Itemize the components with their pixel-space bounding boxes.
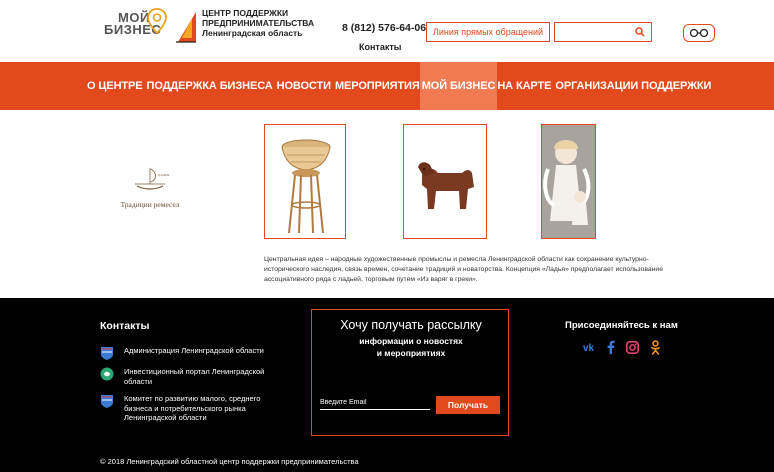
main-navigation: О центре Поддержка бизнеса Новости Мероприя… (0, 62, 774, 110)
contacts-link[interactable]: Контакты (359, 42, 401, 52)
odnoklassniki-icon[interactable] (650, 339, 660, 355)
footer-contacts-title: Контакты (100, 320, 150, 332)
newsletter-subscribe-button[interactable]: Получать (436, 396, 500, 414)
join-us-title: Присоединяйтесь к нам (565, 320, 678, 331)
phone-number[interactable]: 8 (812) 576-64-06 (342, 22, 426, 34)
newsletter-subtitle: информации о новостях и мероприятиях (312, 335, 510, 359)
footer-link-administration[interactable]: Администрация Ленинградской области (100, 346, 284, 360)
product-card-angel-dolls[interactable] (541, 124, 596, 239)
newsletter-box: Хочу получать рассылку информации о ново… (311, 309, 509, 436)
coat-of-arms-icon (101, 395, 113, 408)
search-box (554, 22, 652, 42)
copyright-text: © 2018 Ленинградский областной центр под… (100, 457, 359, 466)
center-support-logo-text: ЦЕНТР ПОДДЕРЖКИ ПРЕДПРИНИМАТЕЛЬСТВА Лени… (202, 8, 314, 38)
nav-item-1[interactable]: Поддержка бизнеса (147, 62, 273, 110)
svg-text:ЛАДЬЯ: ЛАДЬЯ (158, 173, 170, 177)
newsletter-subtitle-line2: и мероприятиях (376, 348, 446, 358)
wicker-stool-image (281, 139, 331, 234)
nav-item-5[interactable]: на карте (497, 62, 551, 110)
newsletter-email-input[interactable] (320, 396, 430, 410)
search-input[interactable] (557, 25, 631, 39)
center-support-logo[interactable]: ЦЕНТР ПОДДЕРЖКИ ПРЕДПРИНИМАТЕЛЬСТВА Лени… (174, 8, 314, 48)
vk-icon[interactable]: vk (583, 339, 599, 355)
brand-logo: ЛАДЬЯ Традиции ремесел (115, 160, 185, 220)
product-card-clay-horse[interactable] (403, 124, 487, 239)
svg-text:vk: vk (583, 343, 595, 352)
newsletter-title: Хочу получать рассылку (340, 318, 482, 332)
site-footer: Контакты Администрация Ленинградской обл… (0, 298, 774, 472)
nav-item-6[interactable]: Организации поддержки (555, 62, 711, 110)
footer-link-label: Администрация Ленинградской области (124, 346, 264, 355)
nav-item-4[interactable]: Мой бизнес (419, 62, 498, 110)
clay-horse-image (418, 162, 474, 209)
footer-link-investment-portal[interactable]: Инвестиционный портал Ленинградской обла… (100, 367, 284, 386)
logo-center-line1: ЦЕНТР ПОДДЕРЖКИ (202, 8, 289, 18)
description-text: Центральная идея – народные художественн… (264, 256, 663, 283)
investment-portal-icon (100, 367, 114, 381)
footer-link-label: Комитет по развитию малого, среднего биз… (124, 394, 261, 422)
logo-center-line2: ПРЕДПРИНИМАТЕЛЬСТВА (202, 18, 315, 28)
brand-name: Традиции ремесел (120, 200, 180, 209)
hotline-button[interactable]: Линия прямых обращений (426, 22, 550, 42)
nav-item-2[interactable]: Новости (277, 62, 331, 110)
instagram-icon[interactable] (625, 339, 639, 355)
product-card-wicker-stool[interactable] (264, 124, 346, 239)
glasses-icon (689, 28, 709, 38)
site-header: МОЙ БИЗНЕС ЦЕНТР ПОДДЕРЖКИ ПРЕДПРИНИМАТЕ… (0, 0, 774, 62)
angel-dolls-image (542, 125, 595, 238)
nav-items: О центре Поддержка бизнеса Новости Мероприя… (87, 62, 711, 110)
brand-boat-icon: ЛАДЬЯ (135, 168, 170, 190)
sail-logo-icon (176, 12, 196, 43)
map-pin-icon (147, 8, 167, 34)
nav-item-3[interactable]: Мероприятия (335, 62, 420, 110)
nav-item-0[interactable]: О центре (87, 62, 143, 110)
newsletter-subtitle-line1: информации о новостях (359, 336, 463, 346)
logo-center-line3: Ленинградская область (202, 28, 303, 38)
facebook-icon[interactable] (606, 339, 616, 355)
footer-link-committee[interactable]: Комитет по развитию малого, среднего биз… (100, 394, 284, 423)
coat-of-arms-icon (101, 347, 113, 360)
footer-link-label: Инвестиционный портал Ленинградской обла… (124, 367, 265, 386)
search-icon[interactable] (635, 27, 645, 37)
accessibility-button[interactable] (683, 24, 715, 42)
